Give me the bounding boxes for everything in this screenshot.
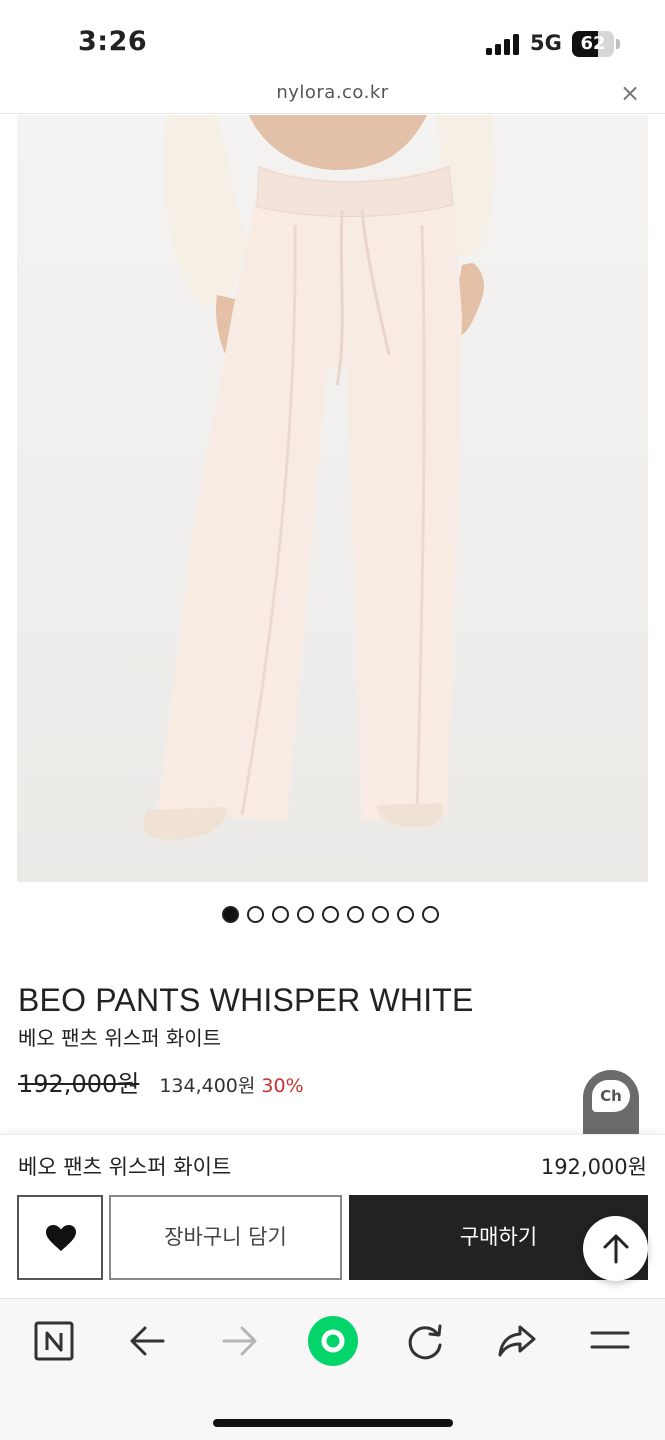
green-dot-button[interactable] xyxy=(307,1315,359,1367)
browser-toolbar xyxy=(0,1298,665,1440)
carousel-dot[interactable] xyxy=(322,906,339,923)
url-text[interactable]: nylora.co.kr xyxy=(0,82,665,103)
share-icon xyxy=(498,1325,536,1357)
chat-button[interactable]: Ch xyxy=(583,1070,639,1136)
carousel-dot[interactable] xyxy=(422,906,439,923)
panel-product-price: 192,000원 xyxy=(540,1155,647,1179)
back-icon xyxy=(130,1326,165,1356)
carousel-dot[interactable] xyxy=(397,906,414,923)
wishlist-button[interactable] xyxy=(17,1195,103,1280)
carousel-dots xyxy=(222,906,439,926)
network-label: 5G xyxy=(530,31,562,55)
carousel-dot[interactable] xyxy=(222,906,239,923)
menu-button[interactable] xyxy=(586,1317,636,1367)
panel-product-name: 베오 팬츠 위스퍼 화이트 xyxy=(18,1155,232,1179)
refresh-icon xyxy=(408,1324,442,1360)
naver-icon xyxy=(34,1321,74,1361)
discount-badge: 30% xyxy=(261,1075,304,1097)
product-photo-illustration xyxy=(143,115,495,840)
naver-button[interactable] xyxy=(30,1317,80,1367)
green-dot-icon xyxy=(308,1316,358,1366)
forward-button[interactable] xyxy=(216,1317,266,1367)
carousel-dot[interactable] xyxy=(347,906,364,923)
arrow-up-icon xyxy=(603,1234,629,1264)
home-indicator xyxy=(213,1419,453,1427)
product-title: BEO PANTS WHISPER WHITE xyxy=(18,982,474,1018)
carousel-dot[interactable] xyxy=(247,906,264,923)
status-bar: 3:26 5G 62 xyxy=(0,0,665,84)
back-button[interactable] xyxy=(123,1317,173,1367)
close-icon[interactable]: × xyxy=(620,79,640,107)
carousel-dot[interactable] xyxy=(297,906,314,923)
carousel-dot[interactable] xyxy=(272,906,289,923)
purchase-panel: 베오 팬츠 위스퍼 화이트 192,000원 장바구니 담기 구매하기 xyxy=(0,1134,665,1298)
battery-level: 62 xyxy=(580,33,606,54)
product-subtitle: 베오 팬츠 위스퍼 화이트 xyxy=(18,1026,222,1050)
share-button[interactable] xyxy=(493,1317,543,1367)
product-image[interactable] xyxy=(17,115,648,882)
status-time: 3:26 xyxy=(78,26,148,57)
price-row: 192,000원 134,400원 30% xyxy=(18,1064,304,1099)
sale-price: 134,400원 xyxy=(159,1075,256,1097)
forward-icon xyxy=(222,1326,257,1356)
chat-icon: Ch xyxy=(592,1080,630,1112)
refresh-button[interactable] xyxy=(400,1317,450,1367)
heart-icon xyxy=(46,1225,76,1251)
signal-icon xyxy=(486,33,522,55)
original-price: 192,000원 xyxy=(18,1070,140,1098)
battery-icon: 62 xyxy=(572,31,620,57)
url-bar: nylora.co.kr × xyxy=(0,76,665,114)
add-to-cart-button[interactable]: 장바구니 담기 xyxy=(109,1195,342,1280)
carousel-dot[interactable] xyxy=(372,906,389,923)
menu-icon xyxy=(590,1331,630,1349)
scroll-top-button[interactable] xyxy=(583,1216,648,1281)
